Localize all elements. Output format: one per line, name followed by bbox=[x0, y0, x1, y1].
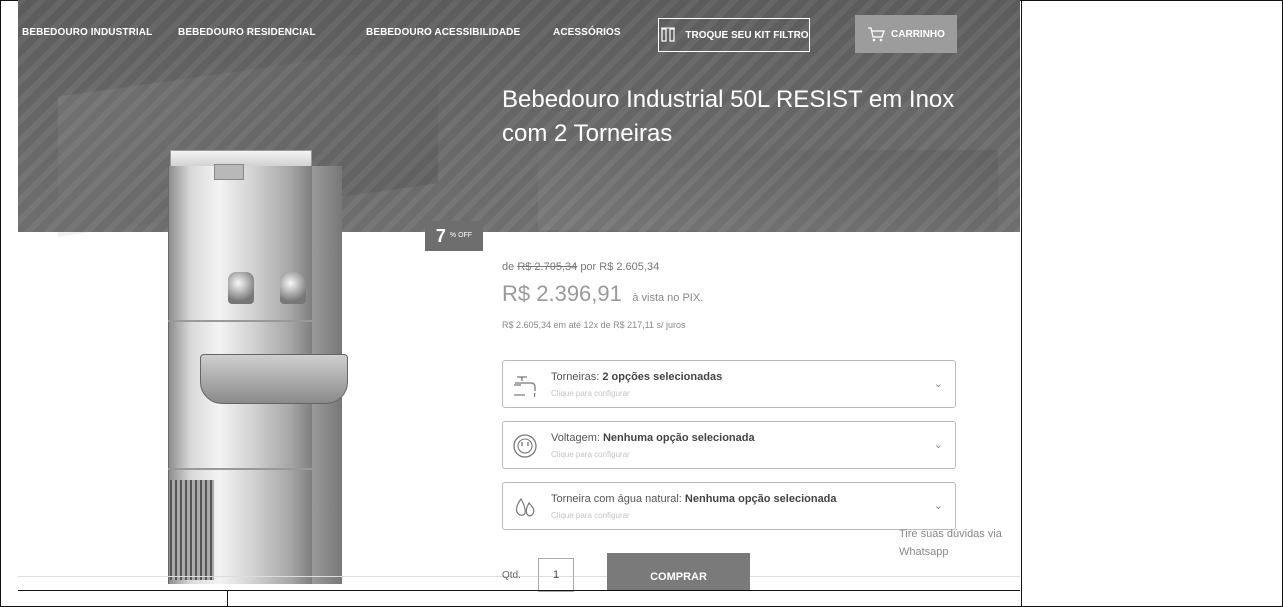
option-prefix: Torneira com água natural: bbox=[551, 493, 682, 505]
quantity-input[interactable]: 1 bbox=[538, 558, 574, 592]
por-price: por R$ 2.605,34 bbox=[580, 261, 660, 273]
chevron-down-icon: ⌄ bbox=[933, 378, 943, 390]
cart-button[interactable]: CARRINHO bbox=[855, 15, 957, 53]
product-title: Bebedouro Industrial 50L RESIST em Inox … bbox=[502, 86, 955, 147]
cooler-seam bbox=[168, 468, 312, 470]
main-price: R$ 2.396,91 bbox=[502, 281, 622, 306]
installments-text: R$ 2.605,34 em até 12x de R$ 217,11 s/ j… bbox=[502, 320, 686, 330]
buy-button[interactable]: COMPRAR bbox=[607, 553, 750, 591]
page-edge-divider bbox=[1021, 0, 1022, 607]
discount-suffix: % OFF bbox=[449, 232, 473, 239]
brand-badge-icon bbox=[214, 164, 244, 180]
cooler-seam bbox=[168, 320, 312, 322]
tap-icon bbox=[280, 272, 306, 304]
cart-label: CARRINHO bbox=[891, 28, 945, 40]
filter-kit-icon bbox=[661, 27, 676, 42]
option-hint: Clique para configurar bbox=[551, 389, 630, 398]
nav-bebedouro-acessibilidade[interactable]: BEBEDOURO ACESSIBILIDADE bbox=[366, 27, 520, 38]
product-image[interactable] bbox=[150, 150, 350, 590]
nav-bebedouro-residencial[interactable]: BEBEDOURO RESIDENCIAL bbox=[178, 27, 316, 38]
de-label: de bbox=[502, 261, 515, 273]
water-drop-icon bbox=[515, 497, 535, 517]
troque-kit-filtro-button[interactable]: TROQUE SEU KIT FILTRO bbox=[658, 18, 810, 52]
nav-bebedouro-industrial[interactable]: BEBEDOURO INDUSTRIAL bbox=[22, 27, 152, 38]
cart-icon bbox=[868, 27, 885, 42]
nav-acessorios[interactable]: ACESSÓRIOS bbox=[553, 27, 621, 38]
option-value: Nenhuma opção selecionada bbox=[684, 493, 837, 505]
divider bbox=[227, 590, 228, 607]
divider bbox=[18, 590, 1020, 591]
option-prefix: Voltagem: bbox=[551, 432, 600, 444]
option-agua-natural[interactable]: Torneira com água natural: Nenhuma opção… bbox=[502, 482, 956, 530]
plug-icon bbox=[513, 434, 537, 458]
option-voltagem[interactable]: Voltagem: Nenhuma opção selecionada Cliq… bbox=[502, 421, 956, 469]
cooler-vent bbox=[170, 480, 214, 580]
option-prefix: Torneiras: bbox=[551, 371, 600, 383]
option-value: Nenhuma opção selecionada bbox=[602, 432, 755, 444]
faucet-icon bbox=[514, 376, 536, 398]
quantity-label: Qtd. bbox=[502, 570, 521, 581]
troque-kit-filtro-label: TROQUE SEU KIT FILTRO bbox=[685, 29, 809, 41]
old-price: R$ 2.705,34 bbox=[517, 261, 578, 273]
option-hint: Clique para configurar bbox=[551, 450, 630, 459]
top-navigation: BEBEDOURO INDUSTRIAL BEBEDOURO RESIDENCI… bbox=[18, 10, 1020, 60]
chevron-down-icon: ⌄ bbox=[933, 439, 943, 451]
option-value: 2 opções selecionadas bbox=[602, 371, 723, 383]
discount-badge: 7 % OFF bbox=[425, 221, 483, 251]
option-title: Torneira com água natural: Nenhuma opção… bbox=[551, 493, 837, 505]
price-comparison: de R$ 2.705,34 por R$ 2.605,34 bbox=[502, 261, 659, 273]
cooler-basin bbox=[200, 354, 348, 404]
tap-icon bbox=[228, 272, 254, 304]
whatsapp-help-link[interactable]: Tire suas dúvidas via Whatsapp bbox=[899, 525, 1017, 561]
pix-suffix: à vista no PIX. bbox=[632, 292, 704, 304]
discount-number: 7 bbox=[435, 225, 446, 246]
hero-texture bbox=[538, 150, 998, 230]
option-torneiras[interactable]: Torneiras: 2 opções selecionadas Clique … bbox=[502, 360, 956, 408]
option-title: Voltagem: Nenhuma opção selecionada bbox=[551, 432, 755, 444]
option-hint: Clique para configurar bbox=[551, 511, 630, 520]
option-title: Torneiras: 2 opções selecionadas bbox=[551, 371, 722, 383]
pix-price: R$ 2.396,91 à vista no PIX. bbox=[502, 281, 703, 307]
chevron-down-icon: ⌄ bbox=[933, 500, 943, 512]
